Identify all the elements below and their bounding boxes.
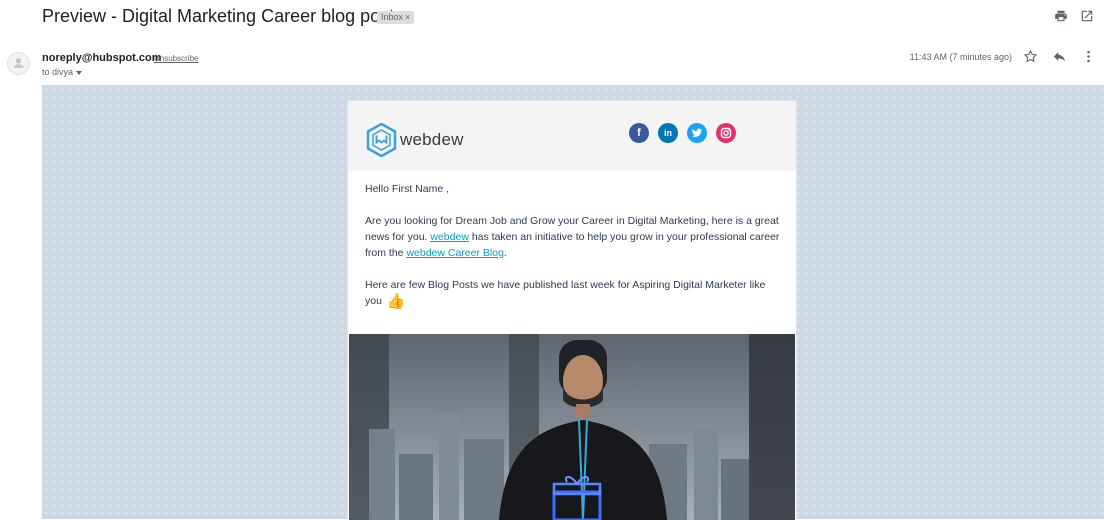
reply-icon[interactable] xyxy=(1052,49,1067,64)
webdew-logo-icon xyxy=(366,123,397,157)
top-toolbar xyxy=(1054,9,1094,23)
email-body: Hello First Name , Are you looking for D… xyxy=(365,181,785,326)
print-icon[interactable] xyxy=(1054,9,1068,23)
subject-row: Preview - Digital Marketing Career blog … xyxy=(0,0,1104,36)
hero-image[interactable] xyxy=(349,334,795,520)
more-vert-icon[interactable] xyxy=(1081,49,1096,64)
blog-posts-text: Here are few Blog Posts we have publishe… xyxy=(365,279,766,307)
message-actions xyxy=(1023,49,1096,64)
remove-label-icon[interactable]: × xyxy=(405,12,410,22)
recipient-text: to divya xyxy=(42,67,74,77)
open-in-new-icon[interactable] xyxy=(1080,9,1094,23)
intro-paragraph: Are you looking for Dream Job and Grow y… xyxy=(365,213,785,261)
career-blog-link[interactable]: webdew Career Blog xyxy=(406,247,503,259)
inbox-label-text: Inbox xyxy=(381,12,404,22)
facebook-icon[interactable]: f xyxy=(629,123,649,143)
email-card: webdew f in Hello First Name , Are you l… xyxy=(347,100,797,520)
unsubscribe-link[interactable]: Unsubscribe xyxy=(154,54,198,63)
recipient-line[interactable]: to divya xyxy=(42,67,83,77)
webdew-link[interactable]: webdew xyxy=(430,231,469,243)
linkedin-icon[interactable]: in xyxy=(658,123,678,143)
star-icon[interactable] xyxy=(1023,49,1038,64)
thumbs-up-icon: 👍 xyxy=(386,293,406,310)
email-header: webdew f in xyxy=(348,101,796,171)
logo-text: webdew xyxy=(400,130,464,149)
twitter-icon[interactable] xyxy=(687,123,707,143)
greeting: Hello First Name , xyxy=(365,183,450,195)
inbox-label[interactable]: Inbox × xyxy=(377,11,415,24)
intro-text-3: . xyxy=(503,247,507,259)
sender-row: noreply@hubspot.com Unsubscribe to divya… xyxy=(0,48,1104,84)
webdew-logo[interactable]: webdew xyxy=(366,123,464,157)
instagram-icon[interactable] xyxy=(716,123,736,143)
chevron-down-icon[interactable] xyxy=(76,70,83,75)
social-links: f in xyxy=(629,123,736,143)
sender-email[interactable]: noreply@hubspot.com xyxy=(42,52,162,64)
blog-posts-paragraph: Here are few Blog Posts we have publishe… xyxy=(365,277,785,310)
avatar[interactable] xyxy=(7,52,30,75)
message-time: 11:43 AM (7 minutes ago) xyxy=(909,52,1012,62)
email-subject: Preview - Digital Marketing Career blog … xyxy=(42,6,395,26)
